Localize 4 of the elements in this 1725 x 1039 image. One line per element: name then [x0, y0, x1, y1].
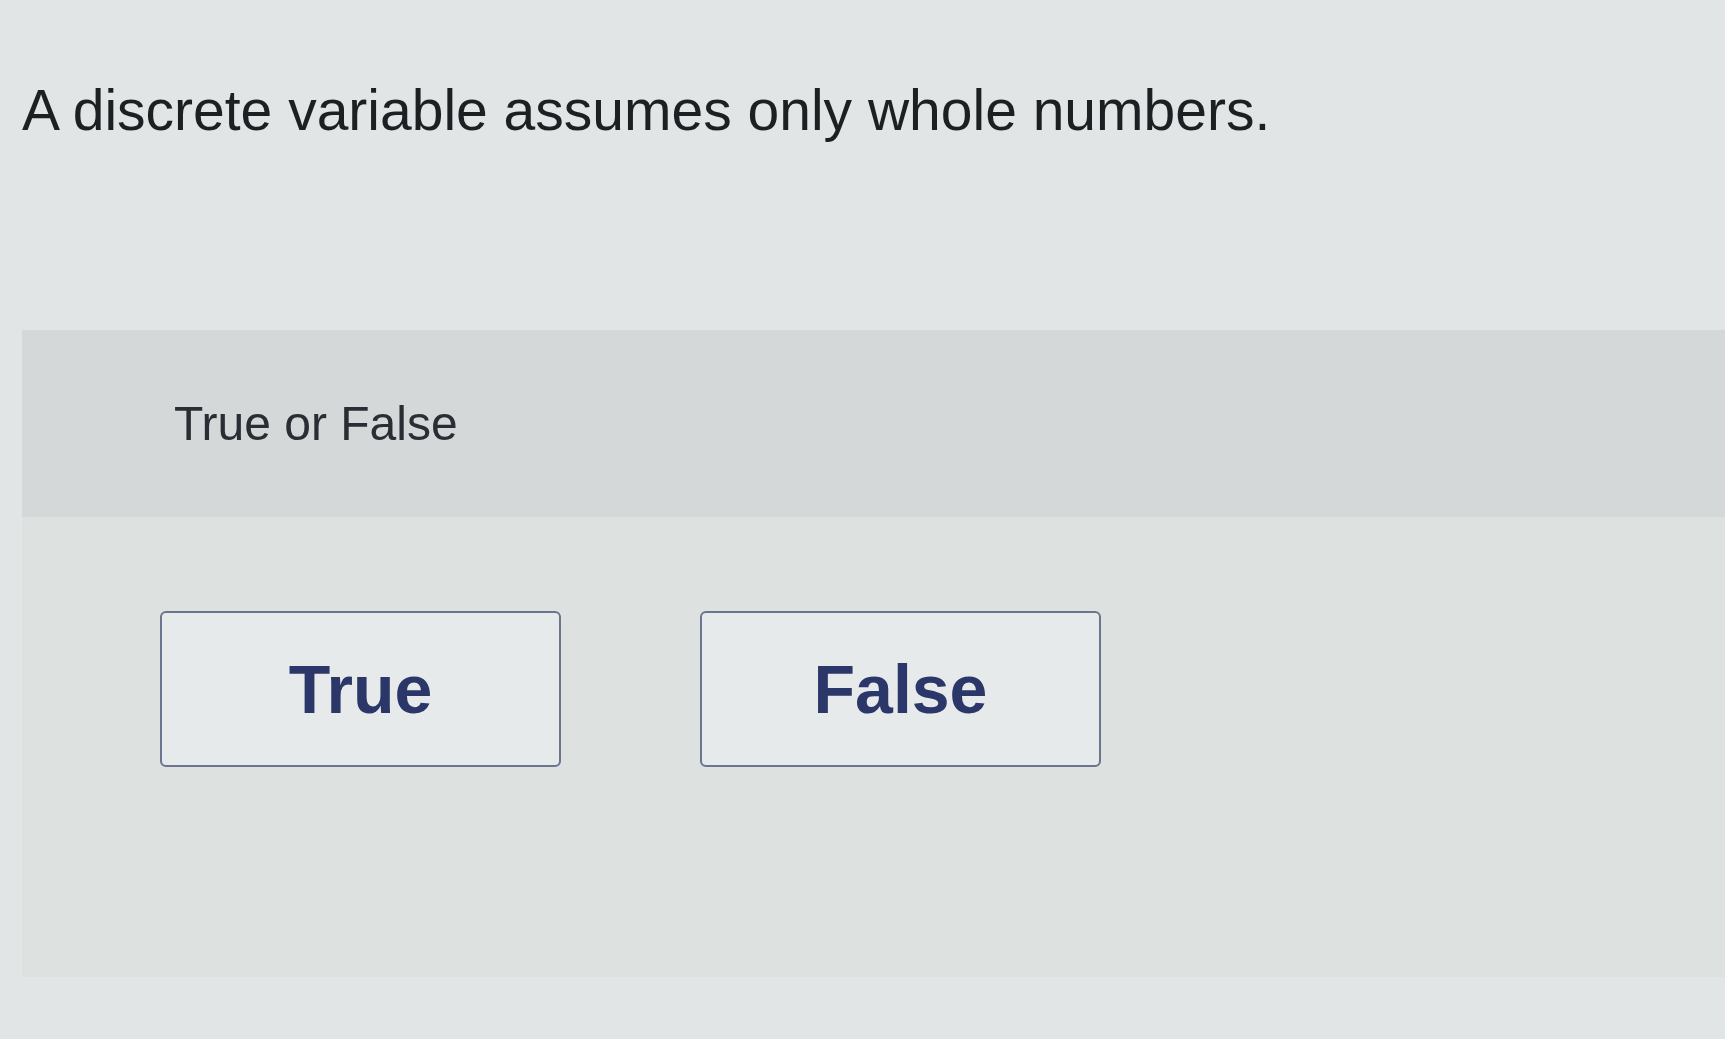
prompt-text: True or False [174, 396, 458, 451]
question-text: A discrete variable assumes only whole numbers. [22, 77, 1271, 144]
answer-choice-button[interactable]: True [160, 611, 561, 767]
answer-choice-button[interactable]: False [700, 611, 1101, 767]
